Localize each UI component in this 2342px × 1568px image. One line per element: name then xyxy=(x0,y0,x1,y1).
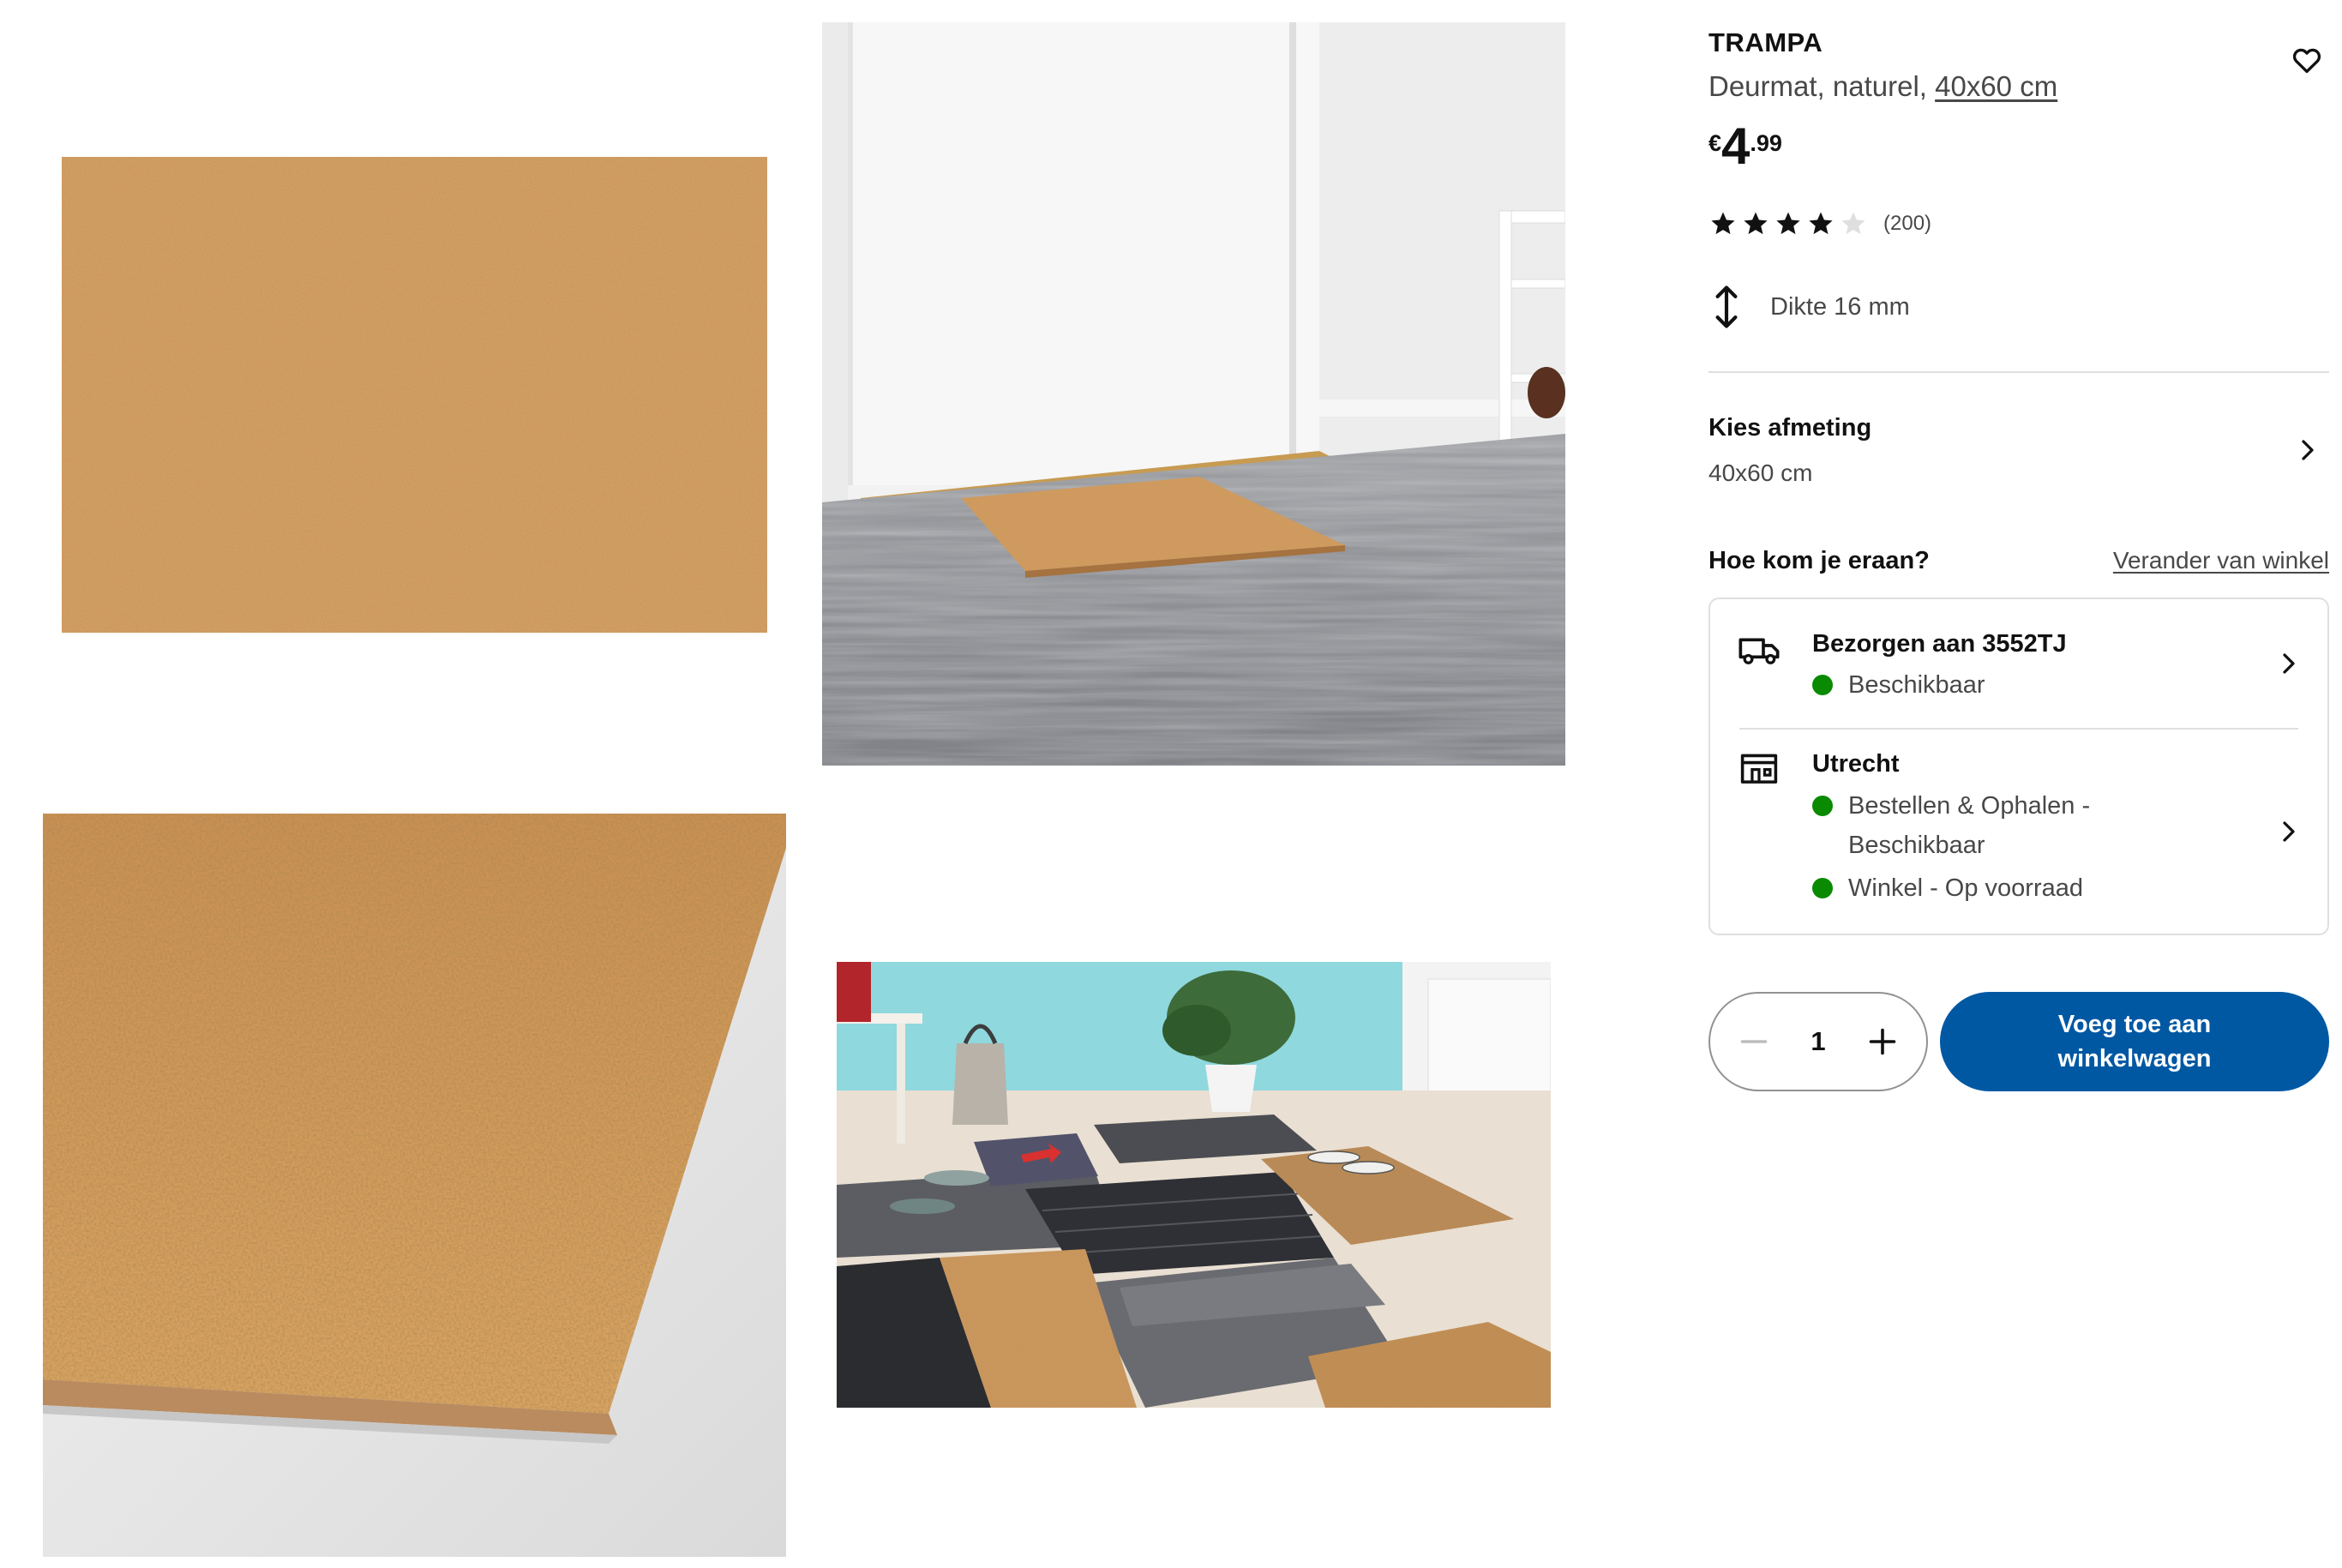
status-dot xyxy=(1812,675,1833,695)
quantity-stepper: 1 xyxy=(1708,992,1928,1091)
rating-count: (200) xyxy=(1883,212,1932,235)
status-dot xyxy=(1812,796,1833,816)
fulfillment-title: Hoe kom je eraan? xyxy=(1708,547,1930,574)
star-filled-icon xyxy=(1776,212,1800,235)
product-gallery xyxy=(0,0,1612,1568)
delivery-title: Bezorgen aan 3552TJ xyxy=(1812,630,2067,658)
delivery-option[interactable]: Bezorgen aan 3552TJ Beschikbaar xyxy=(1710,599,2327,728)
product-rating[interactable]: (200) xyxy=(1708,209,1931,238)
product-description: Deurmat, naturel, 40x60 cm xyxy=(1708,70,2057,103)
delivery-status: Beschikbaar xyxy=(1812,665,1985,705)
price-integer: 4 xyxy=(1721,117,1750,175)
heart-outline-icon xyxy=(2292,48,2321,74)
size-selector-title: Kies afmeting xyxy=(1708,414,1872,442)
product-image-mats-hallway[interactable] xyxy=(837,962,1551,1408)
store-status-pickup-text: Bestellen & Ophalen - Beschikbaar xyxy=(1848,792,2091,859)
size-selector[interactable]: Kies afmeting 40x60 cm xyxy=(1708,403,2329,497)
star-filled-icon xyxy=(1711,212,1735,235)
fulfillment-options: Bezorgen aan 3552TJ Beschikbaar Utrecht … xyxy=(1708,598,2329,935)
star-empty-icon xyxy=(1841,212,1865,235)
status-dot xyxy=(1812,878,1833,898)
store-status-stock: Winkel - Op voorraad xyxy=(1812,868,2083,908)
minus-icon xyxy=(1740,1040,1768,1043)
change-store-link[interactable]: Verander van winkel xyxy=(2113,547,2329,574)
store-status-pickup: Bestellen & Ophalen - Beschikbaar xyxy=(1812,786,2104,865)
delivery-status-text: Beschikbaar xyxy=(1848,671,1985,699)
vertical-arrows-icon xyxy=(1715,285,1738,328)
store-status-stock-text: Winkel - Op voorraad xyxy=(1848,874,2083,902)
product-image-mat-front[interactable] xyxy=(62,157,767,633)
price-currency: € xyxy=(1708,130,1722,156)
store-title: Utrecht xyxy=(1812,750,1900,778)
size-link[interactable]: 40x60 cm xyxy=(1935,70,2057,102)
product-name: TRAMPA xyxy=(1708,27,1823,57)
increase-quantity-button[interactable] xyxy=(1865,1024,1901,1060)
truck-icon xyxy=(1738,638,1780,664)
price-decimal: .99 xyxy=(1750,130,1782,156)
store-option[interactable]: Utrecht Bestellen & Ophalen - Beschikbaa… xyxy=(1710,728,2327,935)
thickness-info: Dikte 16 mm xyxy=(1708,285,1910,329)
plus-icon xyxy=(1869,1028,1896,1055)
store-icon xyxy=(1740,754,1778,784)
decrease-quantity-button[interactable] xyxy=(1736,1024,1772,1060)
product-image-mat-closeup[interactable] xyxy=(43,814,786,1557)
chevron-right-icon xyxy=(2283,653,2295,674)
favorite-button[interactable] xyxy=(2285,38,2329,82)
add-to-cart-button[interactable]: Voeg toe aan winkelwagen xyxy=(1940,992,2329,1091)
chevron-right-icon xyxy=(2283,821,2295,842)
divider xyxy=(1708,371,2329,373)
product-description-text: Deurmat, naturel, xyxy=(1708,70,1936,102)
product-info-panel: TRAMPA Deurmat, naturel, 40x60 cm € 4 .9… xyxy=(1708,0,2329,1568)
size-selector-value: 40x60 cm xyxy=(1708,460,1813,486)
thickness-label: Dikte 16 mm xyxy=(1770,292,1910,321)
quantity-value[interactable]: 1 xyxy=(1811,1026,1825,1057)
chevron-right-icon xyxy=(2302,440,2314,460)
star-filled-icon xyxy=(1809,212,1833,235)
product-price: € 4 .99 xyxy=(1708,120,1782,173)
product-image-mat-at-door[interactable] xyxy=(822,22,1565,766)
star-filled-icon xyxy=(1744,212,1768,235)
